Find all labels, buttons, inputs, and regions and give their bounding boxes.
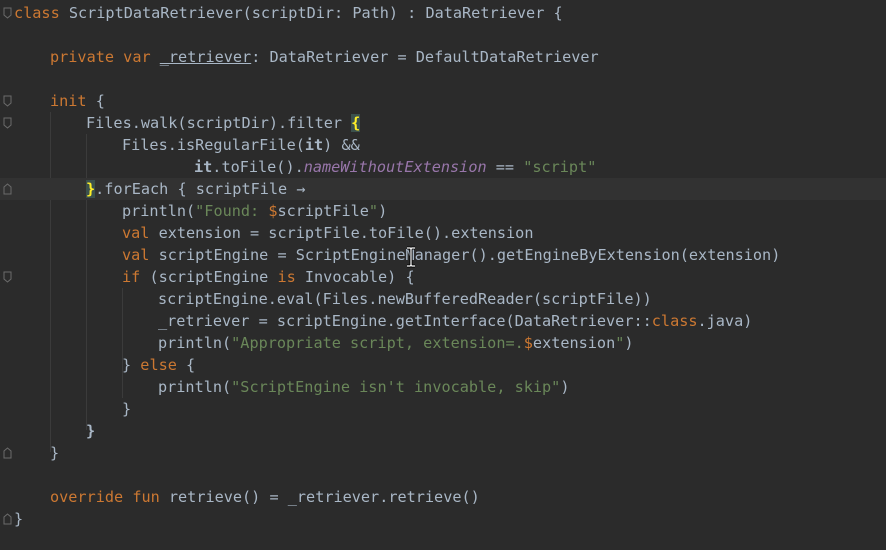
code-text: _retriever = scriptEngine.getInterface(D… [158, 312, 634, 330]
code-text: extension = scriptFile.toFile().extensio… [149, 224, 534, 242]
code-text: } [122, 400, 132, 418]
code-line[interactable]: } else { [0, 354, 886, 376]
code-text: .java) [697, 312, 753, 330]
code-text: } [122, 356, 141, 374]
code-text: Files.isRegularFile( [122, 136, 305, 154]
matched-brace: { [351, 114, 361, 132]
code-text: ) [624, 334, 634, 352]
keyword: var [123, 48, 151, 66]
template-variable: scriptFile [277, 202, 369, 220]
keyword: override [50, 488, 124, 506]
code-text: .toFile(). [212, 158, 304, 176]
code-text: (scriptEngine [140, 268, 278, 286]
code-line[interactable]: } [0, 508, 886, 530]
lambda-arrow: → [296, 180, 306, 198]
code-line[interactable]: } [0, 442, 886, 464]
code-line[interactable]: Files.isRegularFile(it) && [0, 134, 886, 156]
code-line[interactable]: val extension = scriptFile.toFile().exte… [0, 222, 886, 244]
code-line[interactable]: it.toFile().nameWithoutExtension == "scr… [0, 156, 886, 178]
code-text: Files.walk(scriptDir).filter [86, 114, 352, 132]
fold-marker-icon[interactable] [3, 7, 12, 19]
keyword: val [122, 224, 150, 242]
code-line[interactable]: println("Appropriate script, extension=.… [0, 332, 886, 354]
code-line[interactable]: class ScriptDataRetriever(scriptDir: Pat… [0, 2, 886, 24]
code-text: Invocable) { [295, 268, 415, 286]
code-text: .forEach { scriptFile [95, 180, 297, 198]
code-text: println( [158, 378, 232, 396]
keyword: class [651, 312, 698, 330]
code-text: ) [560, 378, 570, 396]
code-line[interactable]: override fun retrieve() = _retriever.ret… [0, 486, 886, 508]
keyword: fun [132, 488, 160, 506]
code-text: } [50, 444, 60, 462]
operator: && [341, 136, 360, 154]
code-line[interactable]: private var _retriever: DataRetriever = … [0, 46, 886, 68]
fold-marker-icon[interactable] [3, 447, 12, 459]
keyword: if [122, 268, 141, 286]
code-text: scriptEngine = ScriptEngineManager().get… [149, 246, 781, 264]
fold-marker-icon[interactable] [3, 271, 12, 283]
keyword: else [140, 356, 177, 374]
keyword: class [14, 4, 60, 22]
code-line[interactable]: val scriptEngine = ScriptEngineManager()… [0, 244, 886, 266]
code-line[interactable]: Files.walk(scriptDir).filter { [0, 112, 886, 134]
keyword: val [122, 246, 150, 264]
extension-property: nameWithoutExtension [303, 158, 487, 176]
string-literal: "Appropriate script, extension=. [231, 334, 524, 352]
fold-marker-icon[interactable] [3, 183, 12, 195]
string-literal: " [615, 334, 625, 352]
string-literal: "script" [523, 158, 597, 176]
code-line[interactable]: } [0, 420, 886, 442]
operator: == [495, 158, 515, 176]
keyword: private [50, 48, 115, 66]
fold-marker-icon[interactable] [3, 117, 12, 129]
fold-marker-icon[interactable] [3, 95, 12, 107]
code-text: println( [158, 334, 232, 352]
code-text: : DataRetriever = DefaultDataRetriever [251, 48, 599, 66]
text-cursor-icon [407, 246, 415, 268]
template-variable: extension [532, 334, 616, 352]
code-editor[interactable]: class ScriptDataRetriever(scriptDir: Pat… [0, 0, 886, 550]
code-line[interactable]: init { [0, 90, 886, 112]
keyword: init [50, 92, 87, 110]
string-template-marker: $ [523, 334, 533, 352]
keyword-it: it [194, 158, 213, 176]
code-line-current[interactable]: }.forEach { scriptFile → [0, 178, 886, 200]
string-literal: "Found: [195, 202, 269, 220]
code-text: scriptEngine.eval(Files.newBufferedReade… [158, 290, 652, 308]
operator: :: [633, 312, 652, 330]
keyword-it: it [304, 136, 324, 154]
code-line[interactable]: println("ScriptEngine isn't invocable, s… [0, 376, 886, 398]
code-line[interactable]: _retriever = scriptEngine.getInterface(D… [0, 310, 886, 332]
string-literal: "ScriptEngine isn't invocable, skip" [231, 378, 561, 396]
code-line[interactable]: scriptEngine.eval(Files.newBufferedReade… [0, 288, 886, 310]
keyword: is [277, 268, 296, 286]
code-text: retrieve() = _retriever.retrieve() [159, 488, 480, 506]
string-literal: " [368, 202, 379, 220]
code-text: { [176, 356, 196, 374]
code-text: ) [378, 202, 388, 220]
code-text: ScriptDataRetriever(scriptDir: Path) : D… [59, 4, 563, 22]
code-line[interactable]: println("Found: $scriptFile") [0, 200, 886, 222]
code-text: println( [122, 202, 196, 220]
code-line[interactable]: if (scriptEngine is Invocable) { [0, 266, 886, 288]
matched-brace: } [86, 180, 96, 198]
lambda-closing-brace: } [86, 422, 96, 440]
code-text: { [86, 92, 105, 110]
property-name: _retriever [159, 48, 252, 66]
code-text: } [14, 510, 24, 528]
code-text: ) [323, 136, 342, 154]
fold-marker-icon[interactable] [3, 513, 12, 525]
code-line[interactable]: } [0, 398, 886, 420]
